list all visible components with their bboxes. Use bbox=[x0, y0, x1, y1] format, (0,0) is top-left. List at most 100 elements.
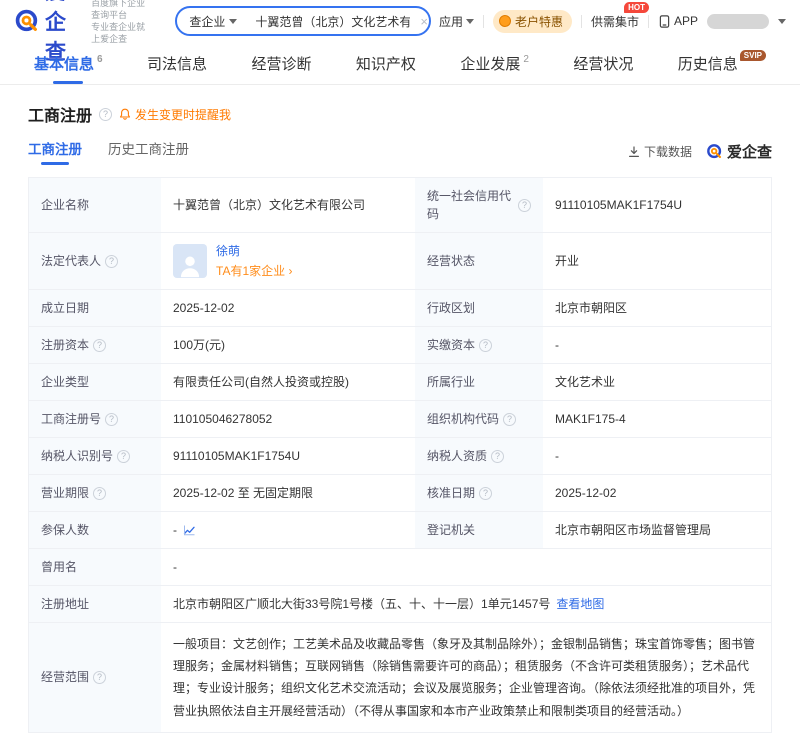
help-icon[interactable]: ? bbox=[503, 413, 516, 426]
field-label: 经营状态 bbox=[415, 233, 543, 289]
user-menu-chevron-icon[interactable] bbox=[778, 19, 786, 24]
apps-menu[interactable]: 应用 bbox=[439, 13, 474, 30]
status-value: 开业 bbox=[543, 233, 771, 289]
top-header: 爱企查 百度旗下企业查询平台 专业查企业就上爱企查 查企业 × 查一下 应用 老… bbox=[0, 0, 800, 42]
field-label: 法定代表人? bbox=[29, 233, 161, 289]
registration-number-value: 110105046278052 bbox=[161, 401, 415, 437]
bell-icon bbox=[119, 108, 131, 120]
table-row: 参保人数 - 登记机关 北京市朝阳区市场监督管理局 bbox=[29, 512, 771, 549]
divider bbox=[648, 15, 649, 28]
help-icon[interactable]: ? bbox=[93, 339, 106, 352]
aiqicha-logo-icon bbox=[14, 8, 40, 34]
registered-address-value: 北京市朝阳区广顺北大街33号院1号楼（五、十、十一层）1单元1457号 bbox=[173, 595, 550, 613]
approval-date-value: 2025-12-02 bbox=[543, 475, 771, 511]
establish-date-value: 2025-12-02 bbox=[161, 290, 415, 326]
business-term-value: 2025-12-02 至 无固定期限 bbox=[161, 475, 415, 511]
table-row: 企业名称 十翼范曾（北京）文化艺术有限公司 统一社会信用代码? 91110105… bbox=[29, 178, 771, 233]
help-icon[interactable]: ? bbox=[99, 108, 112, 121]
insured-count-value: - bbox=[173, 521, 177, 539]
tab-enterprise-development[interactable]: 企业发展2 bbox=[460, 42, 529, 84]
field-label: 成立日期 bbox=[29, 290, 161, 326]
field-label: 统一社会信用代码? bbox=[415, 178, 543, 232]
help-icon[interactable]: ? bbox=[479, 487, 492, 500]
trend-chart-icon[interactable] bbox=[183, 524, 196, 536]
avatar[interactable] bbox=[173, 244, 207, 278]
tab-basic-info[interactable]: 基本信息6 bbox=[34, 42, 103, 84]
field-label: 企业类型 bbox=[29, 364, 161, 400]
tab-intellectual-property[interactable]: 知识产权 bbox=[356, 42, 416, 84]
aiqicha-logo-icon bbox=[706, 143, 723, 160]
logo-tagline: 百度旗下企业查询平台 专业查企业就上爱企查 bbox=[91, 0, 153, 45]
tab-operation-diagnosis[interactable]: 经营诊断 bbox=[251, 42, 311, 84]
field-label: 核准日期? bbox=[415, 475, 543, 511]
subtab-history-registration[interactable]: 历史工商注册 bbox=[108, 138, 189, 165]
section-title-registration: 工商注册 bbox=[28, 102, 92, 126]
view-map-link[interactable]: 查看地图 bbox=[556, 595, 604, 613]
table-row: 经营范围? 一般项目：文艺创作；工艺美术品及收藏品零售（象牙及其制品除外）；金银… bbox=[29, 623, 771, 732]
chevron-down-icon bbox=[466, 19, 474, 24]
promo-button[interactable]: 老户特惠 bbox=[493, 10, 572, 33]
field-label: 行政区划 bbox=[415, 290, 543, 326]
help-icon[interactable]: ? bbox=[93, 671, 106, 684]
clear-search-icon[interactable]: × bbox=[414, 14, 431, 29]
person-icon bbox=[177, 252, 203, 278]
user-account-blurred[interactable] bbox=[707, 14, 769, 29]
field-label: 纳税人资质? bbox=[415, 438, 543, 474]
field-label: 曾用名 bbox=[29, 549, 161, 585]
field-label: 登记机关 bbox=[415, 512, 543, 548]
registration-authority-value: 北京市朝阳区市场监督管理局 bbox=[543, 512, 771, 548]
search-input[interactable] bbox=[245, 14, 414, 28]
help-icon[interactable]: ? bbox=[479, 339, 492, 352]
field-label: 工商注册号? bbox=[29, 401, 161, 437]
credit-code-value: 91110105MAK1F1754U bbox=[543, 178, 771, 232]
divider bbox=[483, 15, 484, 28]
table-row: 注册资本? 100万(元) 实缴资本? - bbox=[29, 327, 771, 364]
help-icon[interactable]: ? bbox=[491, 450, 504, 463]
field-label: 企业名称 bbox=[29, 178, 161, 232]
coin-icon bbox=[499, 15, 511, 27]
help-icon[interactable]: ? bbox=[117, 450, 130, 463]
district-value: 北京市朝阳区 bbox=[543, 290, 771, 326]
hot-badge: HOT bbox=[624, 2, 649, 13]
field-label: 经营范围? bbox=[29, 623, 161, 732]
industry-value: 文化艺术业 bbox=[543, 364, 771, 400]
org-code-value: MAK1F175-4 bbox=[543, 401, 771, 437]
field-label: 实缴资本? bbox=[415, 327, 543, 363]
table-row: 工商注册号? 110105046278052 组织机构代码? MAK1F175-… bbox=[29, 401, 771, 438]
field-label: 纳税人识别号? bbox=[29, 438, 161, 474]
market-link[interactable]: HOT 供需集市 bbox=[591, 13, 639, 30]
field-label: 注册地址 bbox=[29, 586, 161, 622]
company-tab-bar: 基本信息6 司法信息 经营诊断 知识产权 企业发展2 经营状况 历史信息SVIP bbox=[0, 42, 800, 85]
subtab-current-registration[interactable]: 工商注册 bbox=[28, 138, 82, 165]
help-icon[interactable]: ? bbox=[105, 413, 118, 426]
former-name-value: - bbox=[161, 549, 771, 585]
app-download-link[interactable]: APP bbox=[658, 14, 698, 28]
help-icon[interactable]: ? bbox=[93, 487, 106, 500]
table-row: 营业期限? 2025-12-02 至 无固定期限 核准日期? 2025-12-0… bbox=[29, 475, 771, 512]
help-icon[interactable]: ? bbox=[105, 255, 118, 268]
company-name-value: 十翼范曾（北京）文化艺术有限公司 bbox=[161, 178, 415, 232]
search-box: 查企业 × 查一下 bbox=[175, 6, 431, 36]
tab-history-info[interactable]: 历史信息SVIP bbox=[678, 42, 766, 84]
phone-icon bbox=[658, 15, 671, 28]
tab-operating-status[interactable]: 经营状况 bbox=[573, 42, 633, 84]
legal-rep-name-link[interactable]: 徐萌 bbox=[216, 242, 292, 260]
tab-judicial-info[interactable]: 司法信息 bbox=[147, 42, 207, 84]
taxpayer-qualification-value: - bbox=[543, 438, 771, 474]
table-row: 成立日期 2025-12-02 行政区划 北京市朝阳区 bbox=[29, 290, 771, 327]
registered-capital-value: 100万(元) bbox=[161, 327, 415, 363]
help-icon[interactable]: ? bbox=[518, 199, 531, 212]
field-label: 参保人数 bbox=[29, 512, 161, 548]
paid-capital-value: - bbox=[543, 327, 771, 363]
change-remind-button[interactable]: 发生变更时提醒我 bbox=[119, 106, 231, 123]
registration-info-table: 企业名称 十翼范曾（北京）文化艺术有限公司 统一社会信用代码? 91110105… bbox=[28, 177, 772, 733]
field-label: 营业期限? bbox=[29, 475, 161, 511]
legal-rep-companies-link[interactable]: TA有1家企业 › bbox=[216, 262, 292, 280]
company-type-value: 有限责任公司(自然人投资或控股) bbox=[161, 364, 415, 400]
field-label: 注册资本? bbox=[29, 327, 161, 363]
download-data-button[interactable]: 下载数据 bbox=[628, 143, 692, 160]
field-label: 所属行业 bbox=[415, 364, 543, 400]
search-category-dropdown[interactable]: 查企业 bbox=[177, 13, 245, 30]
download-icon bbox=[628, 146, 640, 158]
aiqicha-watermark: 爱企查 bbox=[706, 141, 772, 162]
